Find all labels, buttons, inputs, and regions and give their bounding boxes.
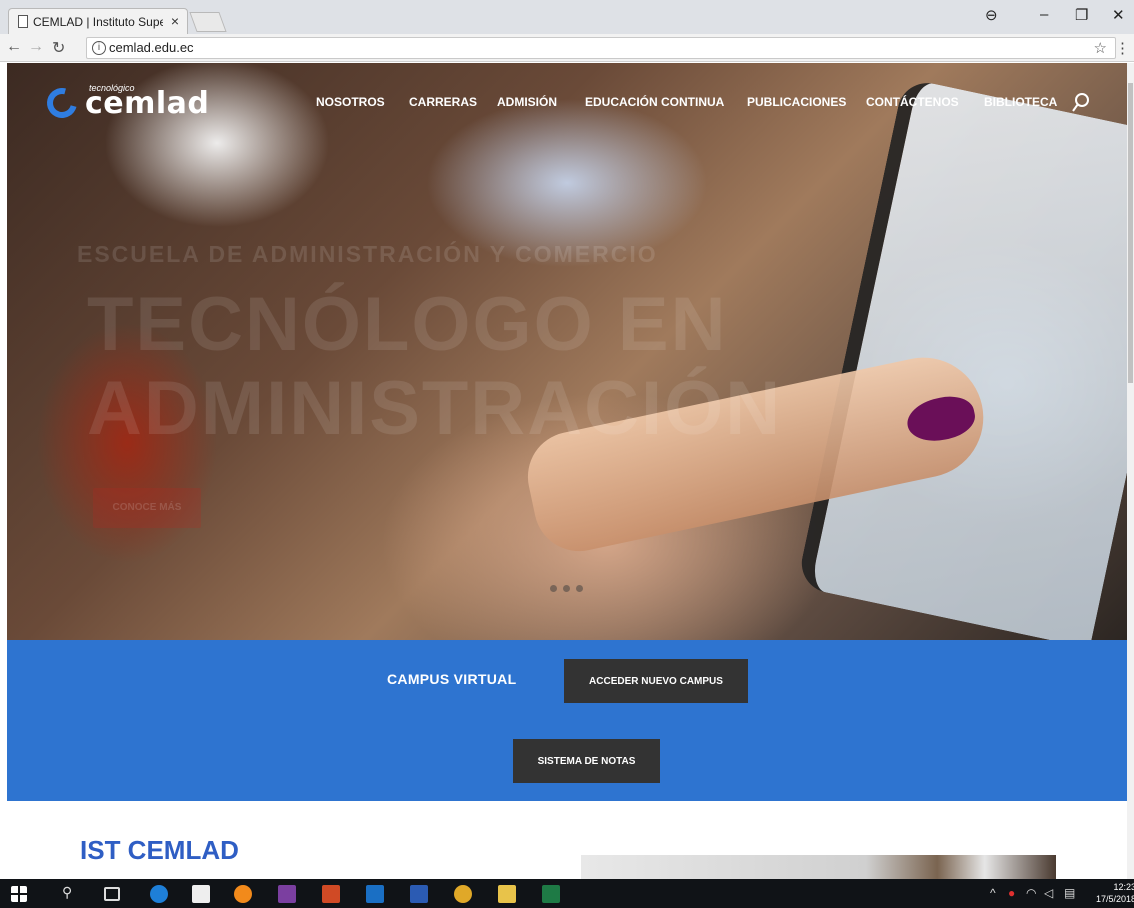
taskbar-search-icon[interactable]: ⚲ xyxy=(62,884,72,901)
browser-menu-icon[interactable]: ⋮ xyxy=(1115,39,1130,57)
nav-educacion-continua[interactable]: EDUCACIÓN CONTINUA xyxy=(585,95,724,109)
clock-date: 17/5/2018 xyxy=(1096,894,1134,904)
campus-virtual-label: CAMPUS VIRTUAL xyxy=(387,671,517,687)
section-title: IST CEMLAD xyxy=(80,835,239,865)
hero-cta-button[interactable]: CONOCE MÁS xyxy=(93,488,201,528)
nav-admision[interactable]: ADMISIÓN xyxy=(497,95,557,109)
info-icon[interactable]: i xyxy=(92,41,106,55)
url-text: cemlad.edu.ec xyxy=(109,40,194,55)
slider-dot[interactable] xyxy=(550,585,557,592)
reload-icon[interactable]: ↻ xyxy=(52,38,65,58)
windows-start-icon[interactable] xyxy=(11,886,27,902)
campus-virtual-band: CAMPUS VIRTUAL ACCEDER NUEVO CAMPUS SIST… xyxy=(7,640,1127,801)
page-icon xyxy=(18,15,28,28)
grades-system-button[interactable]: SISTEMA DE NOTAS xyxy=(513,739,660,783)
mega-icon[interactable]: ● xyxy=(1008,886,1015,900)
close-window-button[interactable]: ✕ xyxy=(1112,6,1125,24)
back-arrow-icon[interactable]: ← xyxy=(6,38,22,56)
access-new-campus-button[interactable]: ACCEDER NUEVO CAMPUS xyxy=(564,659,748,703)
minimize-button[interactable]: – xyxy=(1040,6,1048,23)
onenote-icon[interactable] xyxy=(278,885,296,903)
browser-toolbar: ← → ↻ i cemlad.edu.ec ☆ ⋮ xyxy=(0,34,1134,62)
nav-publicaciones[interactable]: PUBLICACIONES xyxy=(747,95,846,109)
notifications-icon[interactable]: ▤ xyxy=(1064,886,1075,900)
excel-icon[interactable] xyxy=(542,885,560,903)
main-nav: NOSOTROS CARRERAS ADMISIÓN EDUCACIÓN CON… xyxy=(7,95,1127,115)
firefox-icon[interactable] xyxy=(234,885,252,903)
slider-dot[interactable] xyxy=(563,585,570,592)
nav-nosotros[interactable]: NOSOTROS xyxy=(316,95,385,109)
tray-chevron-icon[interactable]: ^ xyxy=(990,886,996,900)
windows-taskbar: ⚲ ^ ● ◠ ◁ ▤ 12:23 17/5/2018 xyxy=(0,879,1134,908)
scrollbar-thumb[interactable] xyxy=(1128,83,1133,383)
task-view-icon[interactable] xyxy=(104,887,120,901)
hero-subtitle: ESCUELA DE ADMINISTRACIÓN Y COMERCIO xyxy=(77,241,658,267)
search-icon[interactable] xyxy=(1072,92,1090,114)
page-viewport: tecnológico cemlad NOSOTROS CARRERAS ADM… xyxy=(7,63,1127,879)
taskbar-clock[interactable]: 12:23 17/5/2018 xyxy=(1096,881,1134,905)
slider-dots xyxy=(550,585,583,592)
powerpoint-icon[interactable] xyxy=(322,885,340,903)
section-photo xyxy=(581,855,1056,879)
bookmark-star-icon[interactable]: ☆ xyxy=(1094,39,1107,59)
close-tab-icon[interactable]: × xyxy=(171,13,179,29)
hero-title-line-1: TECNÓLOGO EN xyxy=(87,282,728,367)
nav-carreras[interactable]: CARRERAS xyxy=(409,95,477,109)
clock-time: 12:23 xyxy=(1113,882,1134,892)
new-tab-button[interactable] xyxy=(189,12,227,32)
page-scrollbar[interactable] xyxy=(1127,63,1134,879)
nav-biblioteca[interactable]: BIBLIOTECA xyxy=(984,95,1057,109)
store-icon[interactable] xyxy=(192,885,210,903)
file-explorer-icon[interactable] xyxy=(498,885,516,903)
profile-icon[interactable]: ⊖ xyxy=(985,6,998,24)
outlook-icon[interactable] xyxy=(366,885,384,903)
nav-contactenos[interactable]: CONTÁCTENOS xyxy=(866,95,959,109)
volume-icon[interactable]: ◁ xyxy=(1044,886,1053,900)
chrome-icon[interactable] xyxy=(454,885,472,903)
word-icon[interactable] xyxy=(410,885,428,903)
hero-title-line-2: ADMINISTRACIÓN xyxy=(87,366,783,451)
slider-dot[interactable] xyxy=(576,585,583,592)
hero-title: TECNÓLOGO EN ADMINISTRACIÓN xyxy=(87,283,782,451)
address-bar[interactable]: i cemlad.edu.ec ☆ xyxy=(86,37,1116,59)
hero-slider: tecnológico cemlad NOSOTROS CARRERAS ADM… xyxy=(7,63,1127,640)
wifi-icon[interactable]: ◠ xyxy=(1026,886,1036,900)
maximize-button[interactable]: ❐ xyxy=(1075,6,1088,24)
forward-arrow-icon[interactable]: → xyxy=(28,38,44,56)
tab-title: CEMLAD | Instituto Supe xyxy=(33,14,163,29)
edge-icon[interactable] xyxy=(150,885,168,903)
browser-tab[interactable]: CEMLAD | Instituto Supe × xyxy=(8,8,188,34)
browser-tab-bar: CEMLAD | Instituto Supe × ⊖ – ❐ ✕ xyxy=(0,0,1134,34)
logo-subtext: tecnológico xyxy=(89,83,135,93)
hero-tablet-image xyxy=(796,77,1127,640)
